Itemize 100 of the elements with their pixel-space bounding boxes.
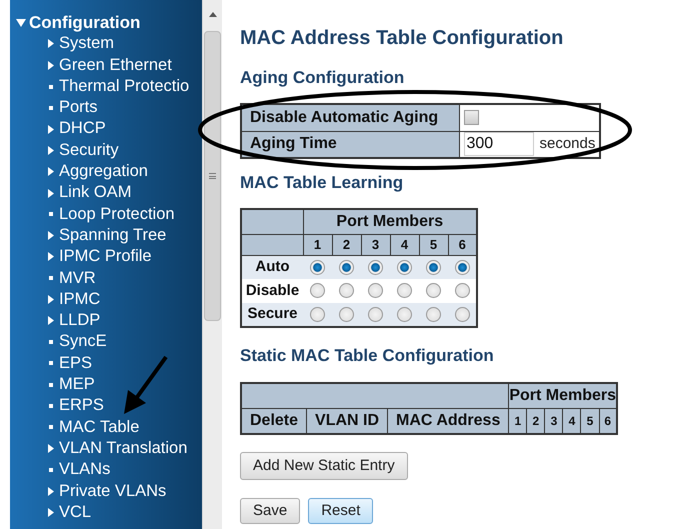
expand-arrow-icon — [48, 146, 54, 155]
radio-button[interactable] — [310, 283, 325, 298]
radio-button[interactable] — [397, 306, 412, 322]
radio-button[interactable] — [368, 306, 383, 322]
table-cell: Disable Automatic Aging — [241, 104, 459, 131]
sidebar-item[interactable]: Aggregation — [16, 161, 202, 182]
expand-arrow-icon — [48, 60, 54, 70]
page-title: MAC Address Table Configuration — [240, 26, 564, 50]
column-header: 1 — [508, 408, 527, 434]
radio-button[interactable] — [339, 260, 354, 275]
column-header: 2 — [332, 234, 361, 255]
radio-button[interactable] — [339, 306, 354, 322]
sidebar-item[interactable]: VLAN Translation — [16, 438, 202, 460]
sidebar-item[interactable]: MAC Table — [16, 416, 202, 438]
sidebar-item[interactable]: EPS — [16, 352, 202, 374]
row-label: Disable — [241, 279, 303, 303]
sidebar-item[interactable]: ERPS — [16, 395, 202, 417]
expand-arrow-icon — [48, 508, 54, 517]
radio-button[interactable] — [426, 283, 441, 298]
column-header: 2 — [526, 408, 545, 434]
scroll-up-icon — [208, 12, 216, 17]
column-header: 3 — [361, 234, 390, 255]
radio-button[interactable] — [368, 283, 383, 298]
table-cell: Aging Time — [241, 131, 459, 158]
column-header: 6 — [448, 234, 477, 255]
sidebar-item[interactable]: Thermal Protectio — [16, 76, 202, 98]
add-entry-button[interactable]: Add New Static Entry — [240, 452, 408, 480]
radio-button[interactable] — [310, 306, 325, 322]
column-header: MAC Address — [388, 408, 509, 434]
grip-icon — [209, 173, 216, 179]
expand-arrow-icon — [48, 252, 54, 262]
section-heading: Aging Configuration — [240, 68, 404, 88]
sidebar-item[interactable]: LLDP — [16, 310, 202, 332]
bullet-icon — [49, 382, 53, 387]
column-header: VLAN ID — [306, 408, 388, 434]
expand-arrow-icon — [48, 444, 54, 454]
radio-button[interactable] — [426, 260, 441, 275]
unit-label: seconds — [540, 134, 596, 154]
sidebar-header[interactable]: Configuration — [16, 12, 202, 34]
expand-arrow-icon — [48, 231, 54, 240]
sidebar-item[interactable]: Ports — [16, 97, 202, 118]
section-heading: MAC Table Learning — [240, 173, 404, 193]
reset-button[interactable]: Reset — [308, 498, 374, 524]
bullet-icon — [49, 84, 53, 89]
expand-arrow-icon — [48, 295, 54, 304]
radio-button[interactable] — [397, 283, 412, 298]
sidebar-item[interactable]: MVR — [16, 268, 202, 289]
sidebar-item[interactable]: Green Ethernet — [16, 54, 202, 76]
annotation-arrow — [124, 356, 168, 414]
expand-arrow-icon — [48, 316, 54, 326]
radio-button[interactable] — [454, 260, 470, 275]
column-header: 4 — [390, 234, 419, 255]
scrollbar[interactable] — [202, 0, 222, 529]
bullet-icon — [49, 468, 53, 472]
bullet-icon — [49, 106, 53, 110]
column-group-header: Port Members — [508, 383, 618, 408]
radio-button[interactable] — [454, 283, 470, 298]
row-label: Auto — [241, 255, 303, 279]
sidebar-item[interactable]: System — [16, 33, 202, 55]
column-header: 5 — [419, 234, 448, 255]
caret-icon — [16, 18, 26, 27]
sidebar-item[interactable]: MEP — [16, 374, 202, 396]
radio-button[interactable] — [454, 306, 470, 322]
bullet-icon — [49, 404, 53, 408]
radio-button[interactable] — [339, 283, 354, 298]
sidebar-item[interactable]: Loop Protection — [16, 204, 202, 225]
column-header: 5 — [580, 408, 599, 434]
sidebar-item[interactable]: DHCP — [16, 118, 202, 140]
sidebar-item[interactable]: VCL — [16, 502, 202, 524]
bullet-icon — [49, 361, 53, 366]
expand-arrow-icon — [48, 167, 54, 176]
sidebar-item[interactable]: Link OAM — [16, 182, 202, 204]
column-header: 3 — [544, 408, 563, 434]
bullet-icon — [49, 340, 53, 344]
radio-button[interactable] — [397, 260, 412, 275]
sidebar-item[interactable]: Private VLANs — [16, 480, 202, 502]
bullet-icon — [49, 276, 53, 280]
radio-button[interactable] — [310, 260, 325, 275]
expand-arrow-icon — [48, 39, 54, 48]
save-button[interactable]: Save — [240, 498, 300, 524]
aging-time-input[interactable]: 300 — [464, 132, 534, 156]
column-group-header: Port Members — [303, 209, 477, 234]
expand-arrow-icon — [48, 486, 54, 496]
sidebar-item[interactable]: SyncE — [16, 331, 202, 353]
column-header: 4 — [562, 408, 581, 434]
sidebar-item[interactable]: Spanning Tree — [16, 224, 202, 246]
sidebar-item[interactable]: IPMC Profile — [16, 246, 202, 268]
sidebar-item[interactable]: VLANs — [16, 459, 202, 481]
sidebar-item[interactable]: Security — [16, 140, 202, 162]
expand-arrow-icon — [48, 188, 54, 198]
checkbox[interactable] — [464, 110, 478, 126]
column-header: Delete — [241, 408, 307, 434]
sidebar-item[interactable]: IPMC — [16, 288, 202, 310]
section-heading: Static MAC Table Configuration — [240, 346, 494, 366]
column-header: 1 — [303, 234, 332, 255]
column-header: 6 — [599, 408, 618, 434]
scroll-thumb[interactable] — [204, 31, 221, 321]
radio-button[interactable] — [426, 306, 441, 322]
bullet-icon — [49, 212, 53, 216]
radio-button[interactable] — [368, 260, 383, 275]
